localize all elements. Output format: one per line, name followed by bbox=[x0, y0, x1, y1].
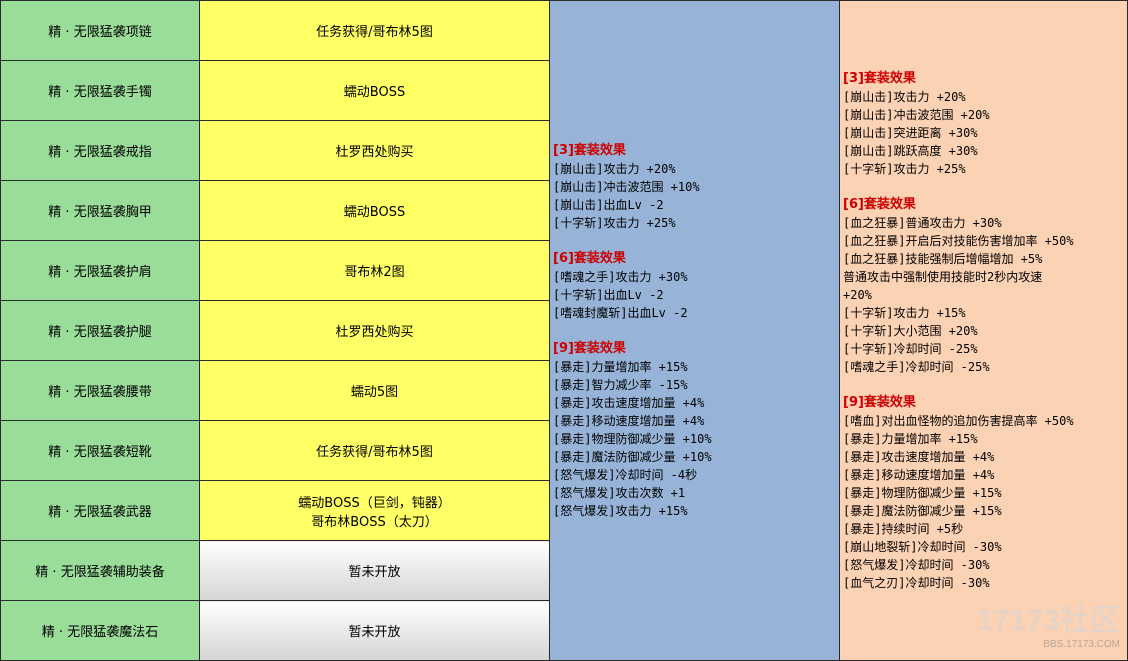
set-effects-list-b: [3]套装效果 [崩山击]攻击力 +20% [崩山击]冲击波范围 +20% [崩山击]… bbox=[840, 70, 1127, 592]
table-row: 精 · 无限猛袭项链 任务获得/哥布林5图 [3]套装效果 [崩山击]攻击力 +20%… bbox=[0, 0, 1128, 661]
set-effect-line: [崩山击]冲击波范围 +10% bbox=[553, 179, 700, 194]
set-effect-line: [暴走]魔法防御减少量 +15% bbox=[843, 503, 1002, 518]
set-effect-line: [血之狂暴]开启后对技能伤害增加率 +50% bbox=[843, 233, 1074, 248]
item-source-text: 杜罗西处购买 bbox=[335, 325, 414, 340]
set-effect-group: [6]套装效果 [血之狂暴]普通攻击力 +30% [血之狂暴]开启后对技能伤害增加率… bbox=[843, 196, 1127, 376]
item-source-text: 暂未开放 bbox=[348, 565, 401, 580]
set-effects-cell-a: [3]套装效果 [崩山击]攻击力 +20% [崩山击]冲击波范围 +10% [崩山击]… bbox=[549, 0, 840, 661]
set-effect-line: [崩山击]跳跃高度 +30% bbox=[843, 143, 978, 158]
set-effect-line: [崩山击]出血Lv -2 bbox=[553, 197, 664, 212]
item-source-cell: 暂未开放 bbox=[199, 540, 550, 601]
set-effect-line: [十字斩]攻击力 +25% bbox=[843, 161, 966, 176]
set-effect-heading: [3]套装效果 bbox=[553, 142, 626, 158]
set-effect-line: [血气之刃]冷却时间 -30% bbox=[843, 575, 990, 590]
item-name-cell: 精 · 无限猛袭短靴 bbox=[0, 420, 200, 481]
set-effect-line: [暴走]智力减少率 -15% bbox=[553, 377, 688, 392]
item-source-cell: 杜罗西处购买 bbox=[199, 120, 550, 181]
item-source-text: 暂未开放 bbox=[348, 625, 401, 640]
item-source-cell: 哥布林2图 bbox=[199, 240, 550, 301]
set-effect-line: [嗜魂封魔斩]出血Lv -2 bbox=[553, 305, 688, 320]
set-effect-group: [3]套装效果 [崩山击]攻击力 +20% [崩山击]冲击波范围 +20% [崩山击]… bbox=[843, 70, 1127, 178]
set-effect-group: [3]套装效果 [崩山击]攻击力 +20% [崩山击]冲击波范围 +10% [崩山击]… bbox=[553, 142, 839, 232]
set-effect-line: [暴走]攻击速度增加量 +4% bbox=[843, 449, 995, 464]
set-effect-line: [崩山击]冲击波范围 +20% bbox=[843, 107, 990, 122]
set-effect-heading: [3]套装效果 bbox=[843, 70, 916, 86]
item-source-text: 蠕动BOSS bbox=[343, 85, 406, 100]
set-effect-heading: [6]套装效果 bbox=[553, 250, 626, 266]
set-effect-heading: [9]套装效果 bbox=[843, 394, 916, 410]
set-effect-line: [崩山击]攻击力 +20% bbox=[843, 89, 966, 104]
item-source-text: 任务获得/哥布林5图 bbox=[316, 25, 433, 40]
item-name-cell: 精 · 无限猛袭手镯 bbox=[0, 60, 200, 121]
set-effect-line: [十字斩]冷却时间 -25% bbox=[843, 341, 978, 356]
item-source-text: 哥布林BOSS（太刀） bbox=[311, 514, 438, 530]
set-effect-line: [暴走]持续时间 +5秒 bbox=[843, 521, 964, 536]
set-effects-list-a: [3]套装效果 [崩山击]攻击力 +20% [崩山击]冲击波范围 +10% [崩山击]… bbox=[550, 142, 839, 520]
set-effect-line: +20% bbox=[843, 287, 872, 302]
item-source-text: 蠕动5图 bbox=[350, 385, 399, 400]
set-effect-line: 普通攻击中强制使用技能时2秒内攻速 bbox=[843, 269, 1043, 284]
set-effect-line: [暴走]物理防御减少量 +15% bbox=[843, 485, 1002, 500]
set-effect-line: [嗜血]对出血怪物的追加伤害提高率 +50% bbox=[843, 413, 1074, 428]
item-name-cell: 精 · 无限猛袭护腿 bbox=[0, 300, 200, 361]
item-name-cell: 精 · 无限猛袭辅助装备 bbox=[0, 540, 200, 601]
set-effect-line: [十字斩]攻击力 +25% bbox=[553, 215, 676, 230]
set-effect-line: [嗜魂之手]攻击力 +30% bbox=[553, 269, 688, 284]
item-name-cell: 精 · 无限猛袭腰带 bbox=[0, 360, 200, 421]
set-effect-line: [十字斩]大小范围 +20% bbox=[843, 323, 978, 338]
item-source-cell: 杜罗西处购买 bbox=[199, 300, 550, 361]
set-effect-line: [怒气爆发]冷却时间 -30% bbox=[843, 557, 990, 572]
set-effect-line: [崩山地裂斩]冷却时间 -30% bbox=[843, 539, 1002, 554]
item-name-cell: 精 · 无限猛袭武器 bbox=[0, 480, 200, 541]
item-source-cell: 任务获得/哥布林5图 bbox=[199, 0, 550, 61]
set-effects-cell-b: [3]套装效果 [崩山击]攻击力 +20% [崩山击]冲击波范围 +20% [崩山击]… bbox=[839, 0, 1128, 661]
item-source-cell: 蠕动BOSS bbox=[199, 180, 550, 241]
set-effect-group: [9]套装效果 [嗜血]对出血怪物的追加伤害提高率 +50% [暴走]力量增加率 +… bbox=[843, 394, 1127, 592]
item-name-cell: 精 · 无限猛袭护肩 bbox=[0, 240, 200, 301]
set-effect-line: [暴走]力量增加率 +15% bbox=[843, 431, 978, 446]
set-effect-line: [暴走]攻击速度增加量 +4% bbox=[553, 395, 705, 410]
set-effect-line: [暴走]移动速度增加量 +4% bbox=[553, 413, 705, 428]
item-name-cell: 精 · 无限猛袭项链 bbox=[0, 0, 200, 61]
item-source-text: 蠕动BOSS（巨剑，钝器） bbox=[298, 495, 451, 511]
set-effect-line: [怒气爆发]冷却时间 -4秒 bbox=[553, 467, 698, 482]
set-effect-group: [6]套装效果 [嗜魂之手]攻击力 +30% [十字斩]出血Lv -2 [嗜魂封魔斩]… bbox=[553, 250, 839, 322]
set-effect-line: [暴走]魔法防御减少量 +10% bbox=[553, 449, 712, 464]
set-effect-line: [暴走]移动速度增加量 +4% bbox=[843, 467, 995, 482]
item-source-cell: 暂未开放 bbox=[199, 600, 550, 661]
equipment-table: 精 · 无限猛袭项链 任务获得/哥布林5图 [3]套装效果 [崩山击]攻击力 +20%… bbox=[0, 0, 1128, 661]
set-effect-line: [血之狂暴]普通攻击力 +30% bbox=[843, 215, 1002, 230]
item-name-cell: 精 · 无限猛袭戒指 bbox=[0, 120, 200, 181]
item-name-cell: 精 · 无限猛袭魔法石 bbox=[0, 600, 200, 661]
item-name-cell: 精 · 无限猛袭胸甲 bbox=[0, 180, 200, 241]
set-effect-line: [崩山击]突进距离 +30% bbox=[843, 125, 978, 140]
set-effect-line: [十字斩]出血Lv -2 bbox=[553, 287, 664, 302]
item-source-cell: 蠕动5图 bbox=[199, 360, 550, 421]
item-source-text: 哥布林2图 bbox=[344, 265, 405, 280]
set-effect-heading: [6]套装效果 bbox=[843, 196, 916, 212]
set-effect-line: [暴走]物理防御减少量 +10% bbox=[553, 431, 712, 446]
item-source-cell: 蠕动BOSS bbox=[199, 60, 550, 121]
item-source-cell: 蠕动BOSS（巨剑，钝器） 哥布林BOSS（太刀） bbox=[199, 480, 550, 541]
set-effect-line: [暴走]力量增加率 +15% bbox=[553, 359, 688, 374]
item-source-cell: 任务获得/哥布林5图 bbox=[199, 420, 550, 481]
item-source-text: 蠕动BOSS bbox=[343, 205, 406, 220]
set-effect-heading: [9]套装效果 bbox=[553, 340, 626, 356]
set-effect-line: [怒气爆发]攻击次数 +1 bbox=[553, 485, 686, 500]
set-effect-line: [血之狂暴]技能强制后增幅增加 +5% bbox=[843, 251, 1043, 266]
set-effect-line: [十字斩]攻击力 +15% bbox=[843, 305, 966, 320]
set-effect-line: [怒气爆发]攻击力 +15% bbox=[553, 503, 688, 518]
set-effect-line: [嗜魂之手]冷却时间 -25% bbox=[843, 359, 990, 374]
set-effect-line: [崩山击]攻击力 +20% bbox=[553, 161, 676, 176]
item-source-text: 杜罗西处购买 bbox=[335, 145, 414, 160]
set-effect-group: [9]套装效果 [暴走]力量增加率 +15% [暴走]智力减少率 -15% [暴走]攻… bbox=[553, 340, 839, 520]
item-source-text: 任务获得/哥布林5图 bbox=[316, 445, 433, 460]
